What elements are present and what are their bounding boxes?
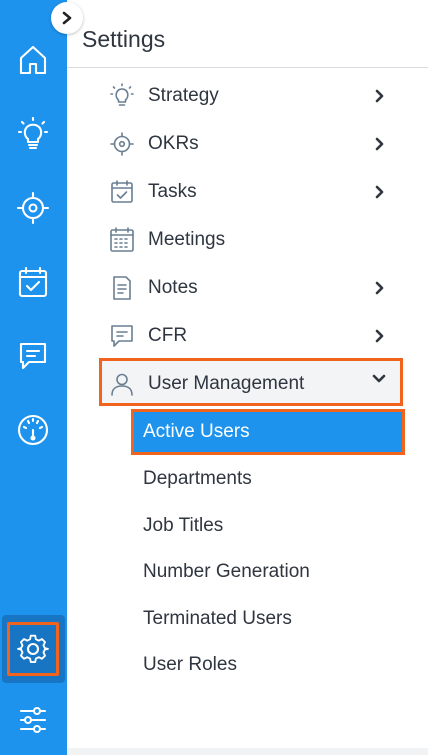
target-icon[interactable]: [13, 188, 53, 228]
note-icon: [107, 273, 137, 303]
gear-icon: [17, 634, 49, 664]
divider: [67, 67, 428, 68]
submenu-item-active-users[interactable]: Active Users: [131, 409, 405, 455]
settings-rail-button[interactable]: [7, 622, 59, 676]
speedometer-icon[interactable]: [13, 410, 53, 450]
menu-label-notes: Notes: [148, 277, 198, 298]
chevron-down-icon: [371, 370, 387, 386]
menu-label-user-management: User Management: [148, 373, 305, 394]
menu-label-meetings: Meetings: [148, 229, 226, 250]
home-icon[interactable]: [13, 40, 53, 80]
chevron-right-icon: [371, 280, 387, 296]
submenu-item-number-generation[interactable]: Number Generation: [143, 561, 310, 583]
menu-item-cfr[interactable]: CFR: [107, 316, 395, 356]
menu-item-meetings[interactable]: Meetings: [107, 220, 395, 260]
menu-label-okrs: OKRs: [148, 133, 199, 154]
chat-icon[interactable]: [13, 336, 53, 376]
page-title: Settings: [82, 26, 166, 52]
menu-item-tasks[interactable]: Tasks: [107, 172, 395, 212]
calendar-grid-icon: [107, 225, 137, 255]
chevron-right-icon: [371, 184, 387, 200]
chat-icon: [107, 321, 137, 351]
submenu-item-departments[interactable]: Departments: [143, 468, 252, 490]
menu-item-strategy[interactable]: Strategy: [107, 76, 395, 116]
chevron-right-icon: [371, 136, 387, 152]
submenu-item-user-roles[interactable]: User Roles: [143, 654, 237, 676]
calendar-check-icon: [107, 177, 137, 207]
sliders-icon[interactable]: [13, 700, 53, 740]
submenu-item-terminated-users[interactable]: Terminated Users: [143, 608, 292, 630]
chevron-right-icon: [371, 88, 387, 104]
chevron-right-icon: [371, 328, 387, 344]
panel-footer-strip: [67, 748, 428, 755]
submenu-item-job-titles[interactable]: Job Titles: [143, 515, 223, 537]
user-icon: [107, 369, 137, 399]
menu-label-tasks: Tasks: [148, 181, 197, 202]
submenu-label-active-users: Active Users: [143, 421, 250, 442]
collapse-panel-button[interactable]: [51, 2, 83, 34]
menu-label-cfr: CFR: [148, 325, 188, 346]
icon-rail: [0, 0, 67, 755]
menu-item-notes[interactable]: Notes: [107, 268, 395, 308]
calendar-check-icon[interactable]: [13, 262, 53, 302]
menu-item-okrs[interactable]: OKRs: [107, 124, 395, 164]
lightbulb-icon: [107, 81, 137, 111]
lightbulb-icon[interactable]: [13, 114, 53, 154]
menu-label-strategy: Strategy: [148, 85, 219, 106]
target-icon: [107, 129, 137, 159]
menu-item-user-management[interactable]: User Management: [107, 364, 395, 404]
chevron-right-icon: [62, 11, 72, 25]
active-users-selected-bg: Active Users: [134, 412, 402, 452]
